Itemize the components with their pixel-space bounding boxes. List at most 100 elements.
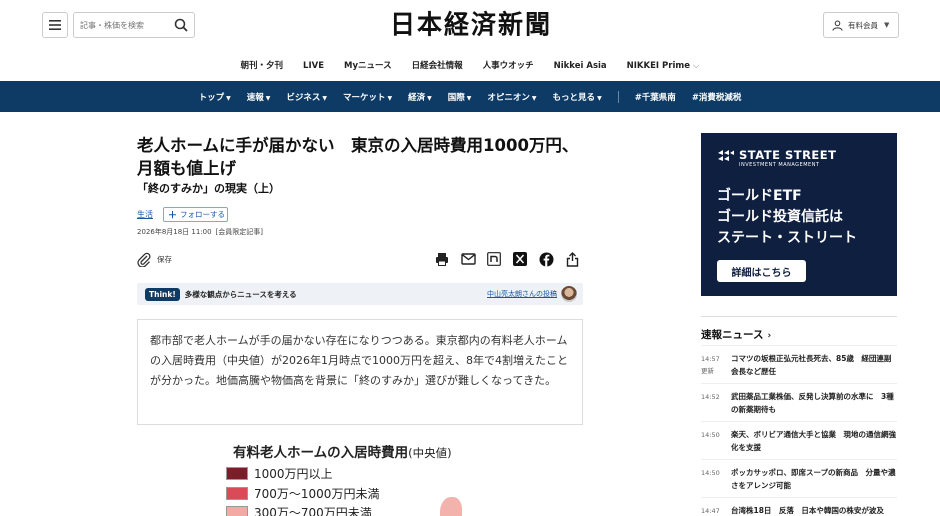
legend-swatch xyxy=(226,486,248,500)
nav-economy-label: 経済 xyxy=(408,92,426,103)
nav-divider xyxy=(617,90,619,103)
nav-tag-tax-cut[interactable]: #消費税減税 xyxy=(692,91,742,103)
nav-breaking-label: 速報 xyxy=(246,92,264,103)
chevron-down-icon: ⌵ xyxy=(693,61,700,71)
breaking-news-header[interactable]: 速報ニュース › xyxy=(701,316,897,342)
legend-label: 700万～1000万円未満 xyxy=(254,486,380,501)
news-time-value: 14:57 xyxy=(701,355,720,363)
nav-market[interactable]: マーケット ▼ xyxy=(343,91,392,103)
search-box[interactable] xyxy=(73,12,195,38)
news-time-updated: 更新 xyxy=(701,367,714,375)
article-lead: 都市部で老人ホームが手の届かない存在になりつつある。東京都内の有料老人ホームの入… xyxy=(137,319,583,425)
news-item[interactable]: 14:47 台湾株18日 反落 日本や韓国の株安が波及 xyxy=(701,497,897,516)
nav-top[interactable]: トップ ▼ xyxy=(199,91,231,103)
subnav-item-company-info[interactable]: 日経会社情報 xyxy=(412,55,463,77)
nav-top-label: トップ xyxy=(198,92,225,103)
article-dateline: 2026年8月18日 11:00 [会員限定記事] xyxy=(137,227,263,237)
nav-more[interactable]: もっと見る ▼ xyxy=(553,91,602,103)
ad-line-1: ゴールドETF xyxy=(717,188,802,204)
nav-business-label: ビジネス xyxy=(286,92,321,103)
avatar[interactable] xyxy=(561,286,577,302)
follow-button[interactable]: ＋ フォローする xyxy=(163,207,228,222)
save-label: 保存 xyxy=(157,254,172,264)
nav-breaking[interactable]: 速報 ▼ xyxy=(247,91,271,103)
infographic-title: 有料老人ホームの入居時費用(中央値) xyxy=(233,441,452,461)
legend-label: 1000万円以上 xyxy=(254,466,333,481)
caret-down-icon: ▼ xyxy=(387,94,393,102)
user-icon xyxy=(832,20,843,31)
subnav-item-nikkei-asia[interactable]: Nikkei Asia xyxy=(554,55,607,77)
nav-more-label: もっと見る xyxy=(552,92,596,103)
search-icon[interactable] xyxy=(174,18,188,32)
site-logo[interactable]: 日本経済新聞 xyxy=(360,9,582,41)
breaking-news-title: 速報ニュース xyxy=(701,329,764,341)
article-subhead: 「終のすみか」の現実（上） xyxy=(137,182,280,195)
news-item[interactable]: 14:50 楽天、ボリビア通信大手と協業 現地の通信網強化を支援 xyxy=(701,421,897,459)
news-item[interactable]: 14:52 武田薬品工業株価、反発し決算前の水準に 3種の新薬期待も xyxy=(701,383,897,421)
legend-item: 300万～700万円未満 xyxy=(226,505,372,516)
think-author-link[interactable]: 中山亮太朗さんの投稿 xyxy=(487,289,557,299)
ad-line-3: ステート・ストリート xyxy=(717,230,857,246)
caret-down-icon: ▼ xyxy=(226,94,231,102)
share-icon[interactable] xyxy=(564,251,580,267)
menu-button[interactable] xyxy=(42,12,68,38)
news-title: ポッカサッポロ、即席スープの新商品 分量や濃さをアレンジ可能 xyxy=(731,468,896,490)
nav-international[interactable]: 国際 ▼ xyxy=(448,91,472,103)
news-item[interactable]: 14:57 更新 コマツの坂根正弘元社長死去、85歳 経団連副会長など歴任 xyxy=(701,345,897,383)
ad-cta-button[interactable]: 詳細はこちら xyxy=(717,260,806,282)
news-time: 14:52 xyxy=(701,393,720,401)
caret-down-icon: ▼ xyxy=(427,94,432,102)
map-region xyxy=(440,497,462,516)
search-input[interactable] xyxy=(80,14,172,36)
think-bar: Think! 多様な観点からニュースを考える 中山亮太朗さんの投稿 xyxy=(137,283,583,305)
news-time: 14:47 xyxy=(701,507,720,515)
facebook-icon[interactable] xyxy=(538,251,554,267)
news-item[interactable]: 14:50 ポッカサッポロ、即席スープの新商品 分量や濃さをアレンジ可能 xyxy=(701,459,897,497)
legend-item: 1000万円以上 xyxy=(226,466,333,481)
ad-brand-name: STATE STREET xyxy=(739,148,837,162)
save-button[interactable]: 保存 xyxy=(137,250,172,268)
nav-opinion-label: オピニオン xyxy=(487,92,530,103)
note-icon[interactable] xyxy=(486,251,502,267)
caret-down-icon: ▼ xyxy=(597,94,602,102)
caret-down-icon: ▼ xyxy=(265,94,271,102)
main-nav: トップ ▼ 速報 ▼ ビジネス ▼ マーケット ▼ 経済 ▼ 国際 ▼ オピニオン ▼ もっと… xyxy=(0,81,940,112)
infographic-title-main: 有料老人ホームの入居時費用 xyxy=(233,445,409,461)
nav-business[interactable]: ビジネス ▼ xyxy=(286,91,327,103)
subnav-item-live[interactable]: LIVE xyxy=(303,55,324,77)
member-button[interactable]: 有料会員 ▼ xyxy=(823,12,899,38)
subnav-item-personnel[interactable]: 人事ウオッチ xyxy=(483,55,534,77)
mail-icon[interactable] xyxy=(460,251,476,267)
ad-line-2: ゴールド投資信託は xyxy=(717,209,843,225)
news-title: 台湾株18日 反落 日本や韓国の株安が波及 xyxy=(731,506,884,515)
ad-brand-sub: INVESTMENT MANAGEMENT xyxy=(739,162,820,168)
caret-down-icon: ▼ xyxy=(884,21,890,29)
subnav-item-nikkei-prime-label: NIKKEI Prime xyxy=(626,61,690,71)
news-time: 14:50 xyxy=(701,469,720,477)
caret-down-icon: ▼ xyxy=(466,94,472,102)
legend-label: 300万～700万円未満 xyxy=(254,505,372,516)
news-title: 武田薬品工業株価、反発し決算前の水準に 3種の新薬期待も xyxy=(731,392,894,414)
nav-opinion[interactable]: オピニオン ▼ xyxy=(487,91,536,103)
nav-economy[interactable]: 経済 ▼ xyxy=(408,91,432,103)
subnav-item-nikkei-prime[interactable]: NIKKEI Prime ⌵ xyxy=(627,55,700,77)
topic-link[interactable]: 生活 xyxy=(137,209,153,220)
caret-down-icon: ▼ xyxy=(322,94,327,102)
access-tag: [会員限定記事] xyxy=(215,228,264,236)
news-time: 14:57 更新 xyxy=(701,353,720,377)
print-icon[interactable] xyxy=(434,251,450,267)
news-title: 楽天、ボリビア通信大手と協業 現地の通信網強化を支援 xyxy=(731,430,896,452)
subnav-item-morning-evening[interactable]: 朝刊・夕刊 xyxy=(241,55,284,77)
subnav-item-my-news[interactable]: Myニュース xyxy=(344,55,392,77)
news-title: コマツの坂根正弘元社長死去、85歳 経団連副会長など歴任 xyxy=(731,354,892,376)
legend-swatch xyxy=(226,505,248,516)
nav-tag-chiba[interactable]: #千葉県南 xyxy=(635,91,676,103)
member-label: 有料会員 xyxy=(848,20,878,30)
think-badge: Think! xyxy=(145,287,180,301)
top-header: 日本経済新聞 有料会員 ▼ xyxy=(0,0,940,50)
sidebar-ad[interactable]: STATE STREET INVESTMENT MANAGEMENT ゴールドE… xyxy=(701,133,897,296)
nav-market-label: マーケット xyxy=(342,92,386,103)
x-icon[interactable] xyxy=(512,251,528,267)
plus-icon: ＋ xyxy=(168,211,178,221)
follow-label: フォローする xyxy=(180,210,226,219)
